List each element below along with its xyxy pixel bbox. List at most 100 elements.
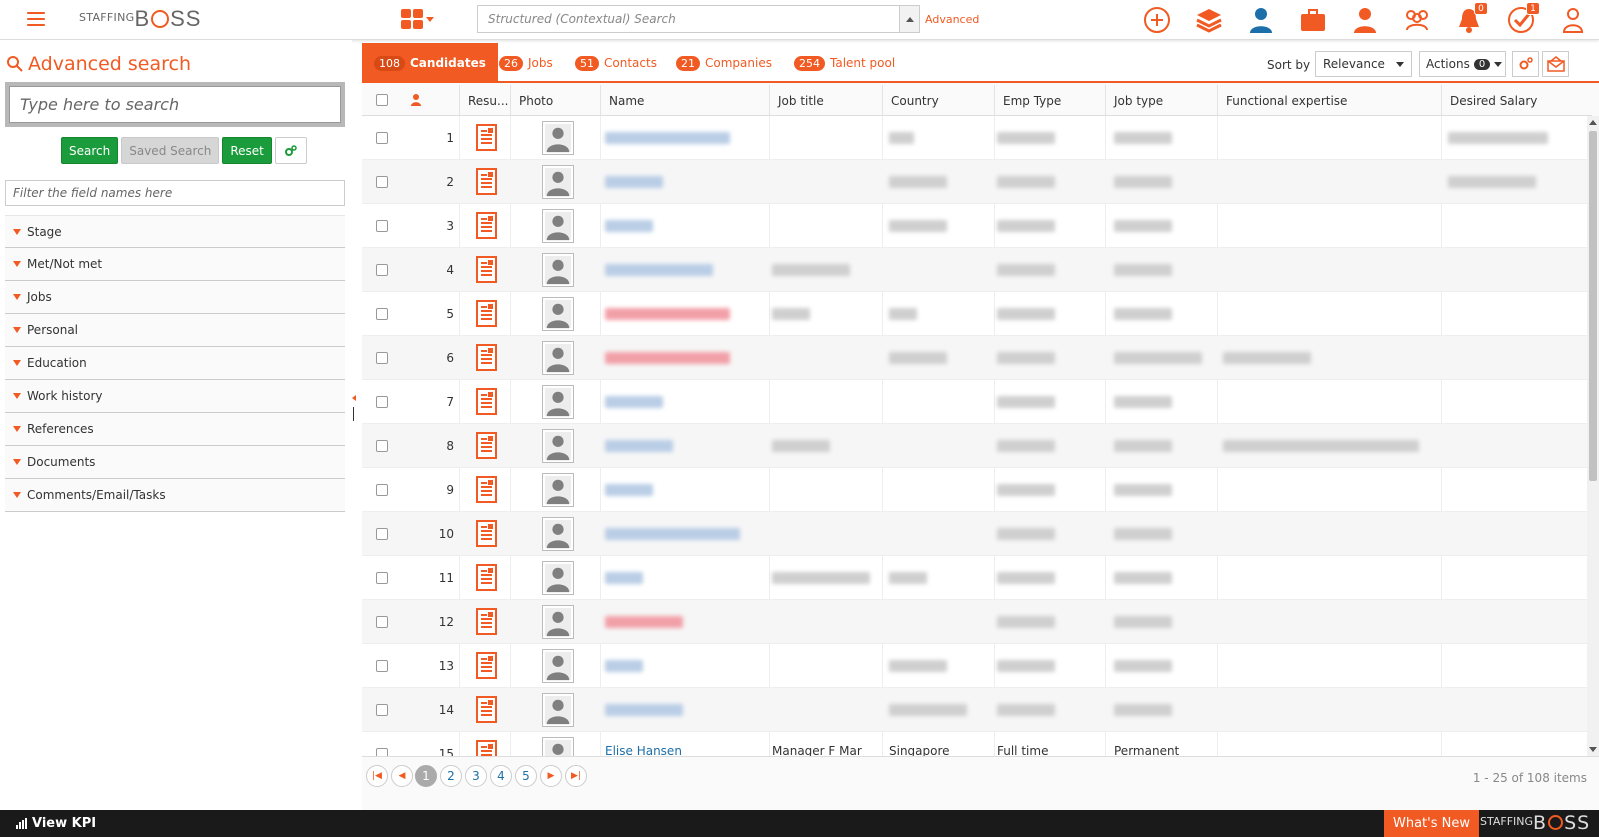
talent-pool-icon[interactable] — [1391, 0, 1443, 40]
section-documents[interactable]: Documents — [5, 446, 345, 479]
last-page-button[interactable]: ▶| — [565, 765, 587, 787]
resume-icon[interactable] — [476, 256, 497, 283]
candidate-name-redacted[interactable] — [605, 484, 653, 496]
table-row[interactable]: 2 — [362, 160, 1587, 204]
col-functional-expertise[interactable]: Functional expertise — [1217, 85, 1441, 116]
row-checkbox[interactable] — [376, 484, 388, 496]
saved-search-button[interactable]: Saved Search — [121, 137, 220, 164]
prev-page-button[interactable]: ◀ — [391, 765, 413, 787]
candidate-icon[interactable] — [1235, 0, 1287, 40]
table-row[interactable]: 12 — [362, 600, 1587, 644]
tab-jobs[interactable]: 26 Jobs — [499, 43, 553, 83]
advanced-search-link[interactable]: Advanced — [925, 13, 979, 26]
row-checkbox[interactable] — [376, 616, 388, 628]
candidate-name-redacted[interactable] — [605, 308, 730, 320]
table-row[interactable]: 11 — [362, 556, 1587, 600]
row-checkbox[interactable] — [376, 572, 388, 584]
candidate-name-redacted[interactable] — [605, 352, 730, 364]
section-met-not-met[interactable]: Met/Not met — [5, 248, 345, 281]
col-job-type[interactable]: Job type — [1105, 85, 1217, 116]
whats-new-button[interactable]: What's New — [1384, 810, 1479, 837]
candidate-name-redacted[interactable] — [605, 440, 673, 452]
search-button[interactable]: Search — [61, 137, 119, 164]
table-row[interactable]: 4 — [362, 248, 1587, 292]
resume-icon[interactable] — [476, 300, 497, 327]
table-row[interactable]: 14 — [362, 688, 1587, 732]
col-job-title[interactable]: Job title — [769, 85, 882, 116]
col-name[interactable]: Name — [600, 85, 768, 116]
contextual-search-input[interactable] — [478, 6, 899, 32]
candidate-name-redacted[interactable] — [605, 528, 740, 540]
sort-by-select[interactable]: Relevance — [1315, 51, 1412, 77]
table-row[interactable]: 3 — [362, 204, 1587, 248]
section-jobs[interactable]: Jobs — [5, 281, 345, 314]
candidate-name-redacted[interactable] — [605, 264, 713, 276]
next-page-button[interactable]: ▶ — [540, 765, 562, 787]
row-checkbox[interactable] — [376, 528, 388, 540]
table-row[interactable]: 7 — [362, 380, 1587, 424]
section-references[interactable]: References — [5, 413, 345, 446]
resume-icon[interactable] — [476, 608, 497, 635]
resume-icon[interactable] — [476, 344, 497, 371]
resume-icon[interactable] — [476, 652, 497, 679]
row-checkbox[interactable] — [376, 704, 388, 716]
table-row[interactable]: 6 — [362, 336, 1587, 380]
section-work-history[interactable]: Work history — [5, 380, 345, 413]
user-profile-icon[interactable] — [1547, 0, 1599, 40]
row-checkbox[interactable] — [376, 352, 388, 364]
grid-scrollbar[interactable] — [1587, 116, 1599, 756]
section-stage[interactable]: Stage — [5, 215, 345, 248]
resume-icon[interactable] — [476, 124, 497, 151]
candidate-name-redacted[interactable] — [605, 220, 653, 232]
section-personal[interactable]: Personal — [5, 314, 345, 347]
table-row[interactable]: 5 — [362, 292, 1587, 336]
page-3-button[interactable]: 3 — [465, 765, 487, 787]
table-row[interactable]: 1 — [362, 116, 1587, 160]
panel-splitter[interactable] — [352, 395, 356, 421]
select-all-checkbox[interactable] — [376, 94, 388, 106]
section-comments-email-tasks[interactable]: Comments/Email/Tasks — [5, 479, 345, 512]
page-2-button[interactable]: 2 — [440, 765, 462, 787]
resume-icon[interactable] — [476, 432, 497, 459]
resume-icon[interactable] — [476, 564, 497, 591]
search-history-toggle[interactable] — [899, 6, 919, 32]
row-checkbox[interactable] — [376, 308, 388, 320]
table-row[interactable]: 9 — [362, 468, 1587, 512]
resume-icon[interactable] — [476, 740, 497, 756]
candidate-name-redacted[interactable] — [605, 396, 663, 408]
page-1-button[interactable]: 1 — [415, 765, 437, 787]
col-emp-type[interactable]: Emp Type — [994, 85, 1106, 116]
row-checkbox[interactable] — [376, 396, 388, 408]
resume-icon[interactable] — [476, 520, 497, 547]
staffingboss-logo[interactable]: STAFFING B SS — [79, 6, 201, 32]
reset-button[interactable]: Reset — [222, 137, 272, 164]
table-row[interactable]: 10 — [362, 512, 1587, 556]
candidate-name-redacted[interactable] — [605, 660, 643, 672]
view-kpi-button[interactable]: View KPI — [16, 816, 96, 831]
search-settings-button[interactable] — [274, 137, 307, 164]
field-filter-input[interactable] — [5, 180, 345, 206]
first-page-button[interactable]: |◀ — [366, 765, 388, 787]
row-checkbox[interactable] — [376, 748, 388, 756]
candidate-name-link[interactable]: Elise Hansen — [605, 744, 682, 756]
email-button[interactable] — [1542, 51, 1569, 77]
page-4-button[interactable]: 4 — [490, 765, 512, 787]
apps-grid-button[interactable] — [401, 9, 434, 29]
resume-icon[interactable] — [476, 388, 497, 415]
table-row[interactable]: 8 — [362, 424, 1587, 468]
candidate-name-redacted[interactable] — [605, 616, 683, 628]
col-resume[interactable]: Resu... — [459, 85, 511, 116]
row-checkbox[interactable] — [376, 176, 388, 188]
row-checkbox[interactable] — [376, 220, 388, 232]
candidate-name-redacted[interactable] — [605, 704, 683, 716]
candidate-name-redacted[interactable] — [605, 572, 643, 584]
advanced-search-input[interactable] — [9, 86, 341, 123]
resume-icon[interactable] — [476, 696, 497, 723]
col-desired-salary[interactable]: Desired Salary — [1441, 85, 1591, 116]
col-photo[interactable]: Photo — [510, 85, 598, 116]
col-country[interactable]: Country — [882, 85, 994, 116]
layers-icon[interactable] — [1183, 0, 1235, 40]
tab-candidates[interactable]: 108 Candidates — [362, 43, 498, 83]
person-icon[interactable] — [410, 93, 422, 110]
tab-contacts[interactable]: 51 Contacts — [575, 43, 657, 83]
